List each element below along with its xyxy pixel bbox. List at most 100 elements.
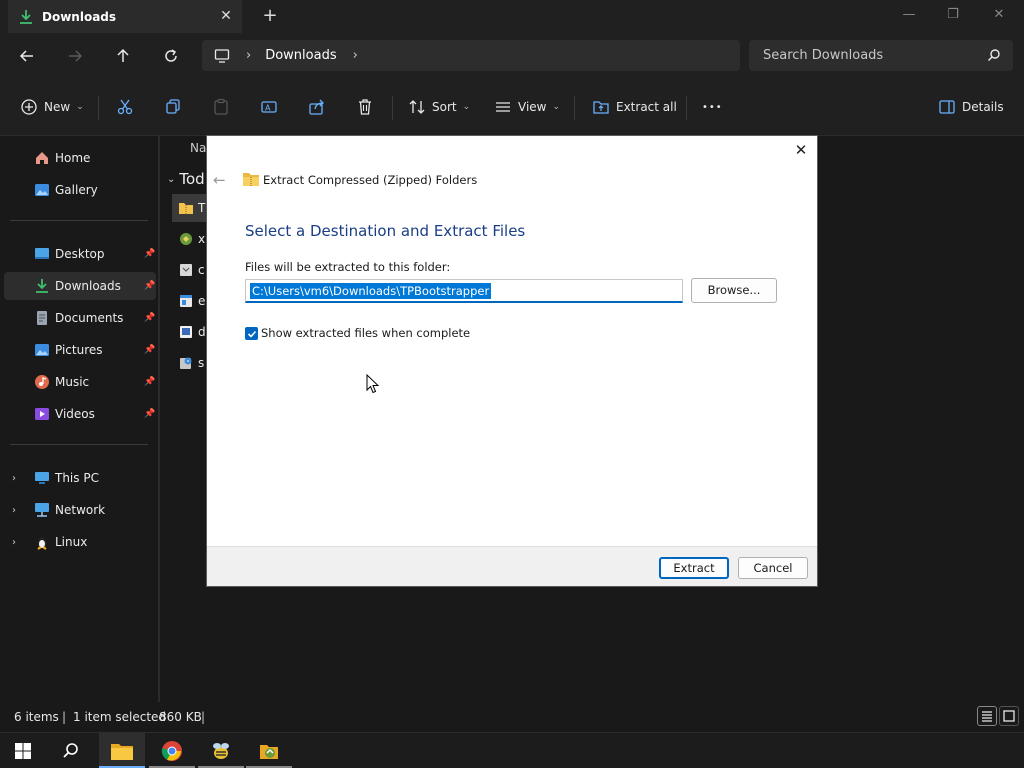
sidebar-item-downloads[interactable]: Downloads 📌 — [4, 272, 156, 300]
bee-app-icon — [213, 743, 229, 759]
image-file-icon — [180, 326, 192, 338]
zip-folder-icon — [179, 203, 193, 214]
tab-close-icon[interactable]: ✕ — [218, 8, 234, 24]
pin-icon: 📌 — [144, 409, 156, 419]
sidebar-item-home[interactable]: Home — [4, 144, 156, 172]
close-window-button[interactable]: ✕ — [986, 4, 1012, 26]
scissors-icon — [117, 99, 133, 115]
rename-button[interactable]: A — [260, 96, 278, 118]
chrome-icon — [161, 741, 182, 761]
installer-app-icon — [260, 745, 278, 759]
sidebar-item-label: Linux — [55, 535, 88, 549]
taskbar-app-bee[interactable] — [198, 733, 244, 768]
details-button[interactable]: Details — [938, 96, 1004, 118]
view-button[interactable]: View ⌄ — [494, 96, 560, 118]
file-row[interactable]: c — [172, 256, 206, 284]
extract-all-button[interactable]: Extract all — [592, 96, 677, 118]
group-header-label: Tod — [179, 170, 205, 188]
extract-dialog: ✕ ← Extract Compressed (Zipped) Folders … — [206, 135, 818, 587]
checkmark-icon — [247, 330, 256, 338]
pin-icon: 📌 — [144, 249, 156, 259]
show-extracted-files-checkbox[interactable] — [245, 327, 258, 340]
cut-button[interactable] — [116, 96, 134, 118]
breadcrumb-downloads[interactable]: Downloads — [265, 48, 336, 63]
music-icon — [35, 375, 49, 389]
destination-path-input[interactable]: C:\Users\vm6\Downloads\TPBootstrapper — [245, 279, 683, 303]
minimize-button[interactable]: — — [896, 4, 922, 26]
taskbar-file-explorer[interactable] — [99, 733, 145, 768]
taskbar-app-installer[interactable] — [246, 733, 292, 768]
destination-label: Files will be extracted to this folder: — [245, 260, 451, 274]
taskbar-chrome[interactable] — [149, 733, 195, 768]
chevron-down-icon: ⌄ — [76, 102, 84, 112]
restore-button[interactable]: ❐ — [940, 4, 966, 26]
file-row[interactable]: d — [172, 318, 206, 346]
sidebar-item-desktop[interactable]: Desktop 📌 — [4, 240, 156, 268]
sidebar-divider — [10, 444, 148, 445]
more-options-button[interactable]: ••• — [702, 96, 723, 118]
file-row[interactable]: s — [172, 349, 206, 377]
share-button[interactable] — [308, 96, 326, 118]
column-header-name[interactable]: Na — [190, 141, 206, 155]
copy-button[interactable] — [164, 96, 182, 118]
back-button[interactable] — [16, 45, 38, 67]
breadcrumb-separator[interactable]: › — [246, 48, 251, 63]
sort-button[interactable]: Sort ⌄ — [408, 96, 470, 118]
sidebar-item-gallery[interactable]: Gallery — [4, 176, 156, 204]
new-button[interactable]: New ⌄ — [20, 96, 84, 118]
forward-button[interactable] — [64, 45, 86, 67]
group-header-today[interactable]: ⌄ Tod — [167, 170, 205, 188]
sidebar-item-label: This PC — [55, 471, 99, 485]
sidebar-item-pictures[interactable]: Pictures 📌 — [4, 336, 156, 364]
sort-icon — [409, 100, 425, 114]
sidebar-item-music[interactable]: Music 📌 — [4, 368, 156, 396]
home-icon — [36, 152, 48, 164]
cancel-button[interactable]: Cancel — [738, 557, 808, 579]
tab-downloads[interactable]: Downloads ✕ — [8, 0, 242, 33]
start-button[interactable] — [0, 733, 46, 768]
refresh-button[interactable] — [160, 45, 182, 67]
sidebar-item-videos[interactable]: Videos 📌 — [4, 400, 156, 428]
file-row[interactable]: e — [172, 287, 206, 315]
command-bar: New ⌄ A Sort ⌄ View ⌄ Extract all ••• De… — [0, 78, 1024, 136]
chevron-right-icon[interactable]: › — [12, 537, 22, 548]
breadcrumb-separator-end[interactable]: › — [353, 48, 358, 63]
download-icon — [36, 279, 48, 293]
search-icon — [63, 743, 78, 758]
sidebar-item-label: Gallery — [55, 183, 98, 197]
sidebar-item-label: Downloads — [55, 279, 121, 293]
up-button[interactable] — [112, 45, 134, 67]
show-extracted-files-label[interactable]: Show extracted files when complete — [261, 326, 470, 340]
file-row[interactable]: T — [172, 194, 206, 222]
chevron-right-icon[interactable]: › — [12, 473, 22, 484]
sidebar-item-documents[interactable]: Documents 📌 — [4, 304, 156, 332]
sidebar-divider — [10, 220, 148, 221]
details-view-toggle[interactable] — [977, 706, 997, 726]
toolbar-divider — [98, 96, 99, 120]
dialog-back-button[interactable]: ← — [213, 172, 229, 188]
mouse-cursor-icon — [366, 374, 380, 394]
paste-button[interactable] — [212, 96, 230, 118]
pin-icon: 📌 — [144, 377, 156, 387]
new-tab-button[interactable]: + — [260, 6, 280, 26]
status-bar: 6 items | 1 item selected 860 KB | — [0, 702, 1024, 732]
delete-button[interactable] — [356, 96, 374, 118]
file-row[interactable]: x — [172, 225, 206, 253]
search-input[interactable]: Search Downloads — [749, 40, 1013, 71]
sidebar-item-network[interactable]: › Network — [4, 496, 156, 524]
browse-button[interactable]: Browse... — [691, 278, 777, 303]
tiles-view-toggle[interactable] — [999, 706, 1019, 726]
extract-button[interactable]: Extract — [659, 557, 729, 579]
dialog-close-button[interactable]: ✕ — [793, 142, 809, 158]
address-bar[interactable]: › Downloads › — [202, 40, 740, 71]
view-lines-icon — [496, 102, 510, 112]
chevron-right-icon[interactable]: › — [12, 505, 22, 516]
sidebar-item-this-pc[interactable]: › This PC — [4, 464, 156, 492]
taskbar-search-button[interactable] — [48, 733, 94, 768]
sidebar-item-linux[interactable]: › Linux — [4, 528, 156, 556]
toolbar-divider — [686, 96, 687, 120]
clipboard-icon — [214, 98, 228, 115]
tab-label: Downloads — [42, 9, 117, 24]
new-label: New — [44, 100, 71, 114]
sidebar-item-label: Videos — [55, 407, 95, 421]
